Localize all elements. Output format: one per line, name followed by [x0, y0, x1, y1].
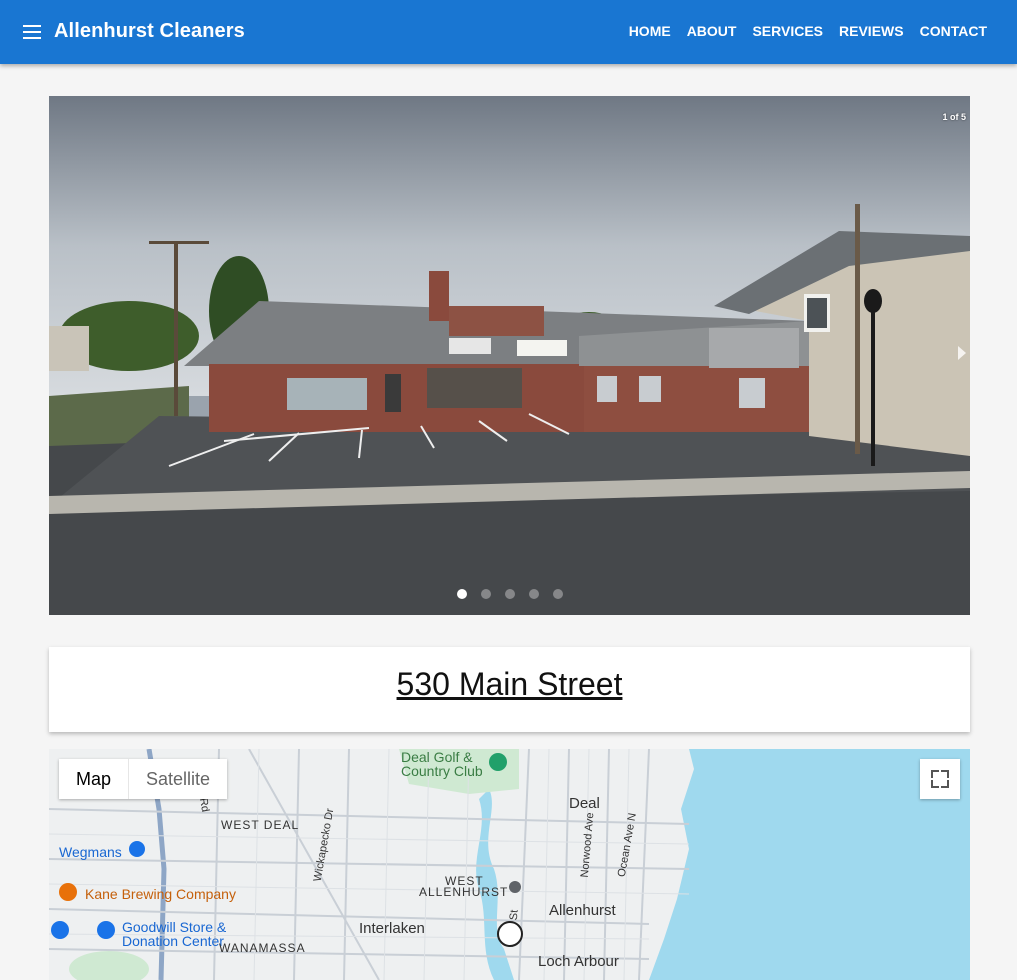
store-pin-icon[interactable] [51, 921, 69, 939]
nav-contact[interactable]: CONTACT [920, 23, 987, 39]
map-label-deal: Deal [569, 795, 600, 812]
map-label-country-club: Country Club [401, 763, 483, 779]
photo-carousel[interactable]: 1 of 5 [49, 96, 970, 615]
slide-counter: 1 of 5 [942, 112, 966, 122]
nav-home[interactable]: HOME [629, 23, 671, 39]
top-app-bar: Allenhurst Cleaners HOME ABOUT SERVICES … [0, 0, 1017, 64]
transit-icon [509, 881, 521, 893]
map-poi-wegmans[interactable]: Wegmans [59, 844, 122, 860]
next-arrow-icon[interactable] [958, 346, 966, 360]
main-nav: HOME ABOUT SERVICES REVIEWS CONTACT [629, 23, 987, 39]
site-title[interactable]: Allenhurst Cleaners [54, 20, 245, 43]
nav-reviews[interactable]: REVIEWS [839, 23, 904, 39]
slide-dot-3[interactable] [504, 589, 515, 599]
slide-indicators [49, 589, 970, 599]
map-label-wanamassa: WANAMASSA [219, 941, 306, 955]
google-map[interactable]: Deal Golf & Country Club Deal WEST DEAL … [49, 749, 970, 980]
address-card: 530 Main Street [49, 647, 970, 732]
satellite-button[interactable]: Satellite [129, 759, 227, 799]
map-button[interactable]: Map [59, 759, 130, 799]
nav-services[interactable]: SERVICES [752, 23, 823, 39]
map-label-west-deal: WEST DEAL [221, 818, 300, 832]
map-label-interlaken: Interlaken [359, 920, 425, 937]
address-link[interactable]: 530 Main Street [397, 666, 623, 703]
map-label-allenhurst: Allenhurst [549, 902, 616, 919]
attraction-pin-icon[interactable] [497, 921, 523, 947]
hamburger-menu-icon[interactable] [22, 22, 42, 40]
map-label-rd: Rd [196, 797, 212, 813]
slide-dot-5[interactable] [552, 589, 563, 599]
map-poi-goodwill-2[interactable]: Donation Center [122, 933, 224, 949]
slide-dot-1[interactable] [456, 589, 467, 599]
map-label-loch-arbour: Loch Arbour [538, 953, 619, 970]
golf-pin-icon[interactable] [489, 753, 507, 771]
slide-dot-4[interactable] [528, 589, 539, 599]
map-label-st: St [507, 909, 521, 921]
storefront-photo [49, 96, 970, 615]
map-poi-kane[interactable]: Kane Brewing Company [85, 886, 236, 902]
bar-pin-icon[interactable] [59, 883, 77, 901]
nav-about[interactable]: ABOUT [687, 23, 737, 39]
map-label-allenhurst-w: ALLENHURST [419, 885, 509, 899]
store-pin-icon[interactable] [97, 921, 115, 939]
shopping-pin-icon[interactable] [129, 841, 145, 857]
slide-dot-2[interactable] [480, 589, 491, 599]
map-type-control: Map Satellite [59, 759, 228, 799]
fullscreen-icon[interactable] [920, 759, 960, 799]
